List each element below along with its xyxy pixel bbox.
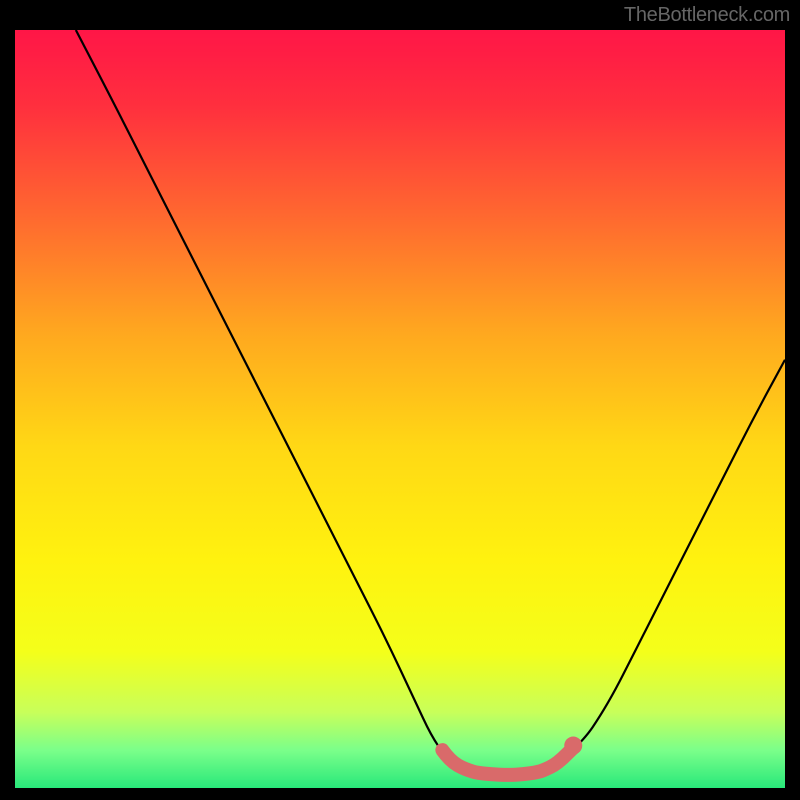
- bottleneck-chart: [15, 30, 785, 788]
- chart-stage: TheBottleneck.com: [0, 0, 800, 800]
- gradient-background: [15, 30, 785, 788]
- marker-peak: [564, 737, 582, 755]
- attribution-text: TheBottleneck.com: [624, 4, 790, 27]
